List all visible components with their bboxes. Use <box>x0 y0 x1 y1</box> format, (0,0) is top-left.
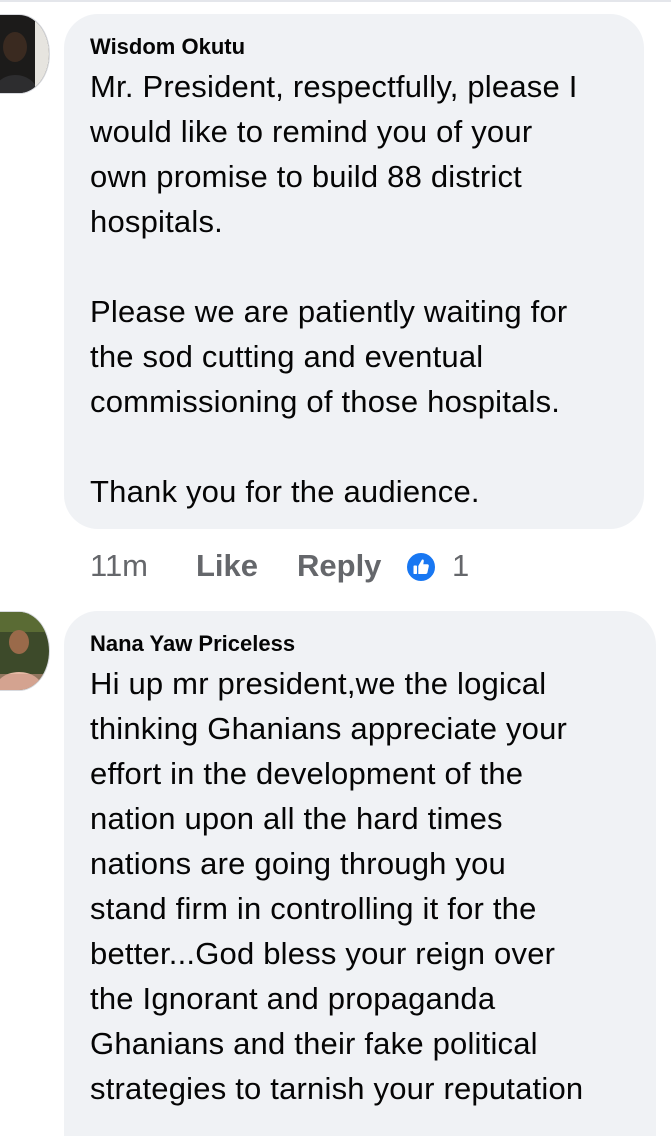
reaction-count[interactable]: 1 <box>452 546 469 586</box>
avatar[interactable] <box>0 14 50 94</box>
divider <box>0 0 671 2</box>
comment-timestamp[interactable]: 11m <box>90 546 148 586</box>
comment-actions: 11m Like Reply 1 <box>90 546 490 586</box>
comment-text: Mr. President, respectfully, please I wo… <box>90 69 578 509</box>
comment-author[interactable]: Wisdom Okutu <box>90 34 245 60</box>
avatar[interactable] <box>0 611 50 691</box>
comment-thread: Wisdom Okutu Mr. President, respectfully… <box>0 0 671 1136</box>
thumbs-up-icon[interactable] <box>405 551 437 583</box>
like-button[interactable]: Like <box>196 546 258 586</box>
reply-button[interactable]: Reply <box>297 546 381 586</box>
comment-author[interactable]: Nana Yaw Priceless <box>90 631 295 657</box>
comment-text: Hi up mr president,we the logical thinki… <box>90 666 584 1106</box>
